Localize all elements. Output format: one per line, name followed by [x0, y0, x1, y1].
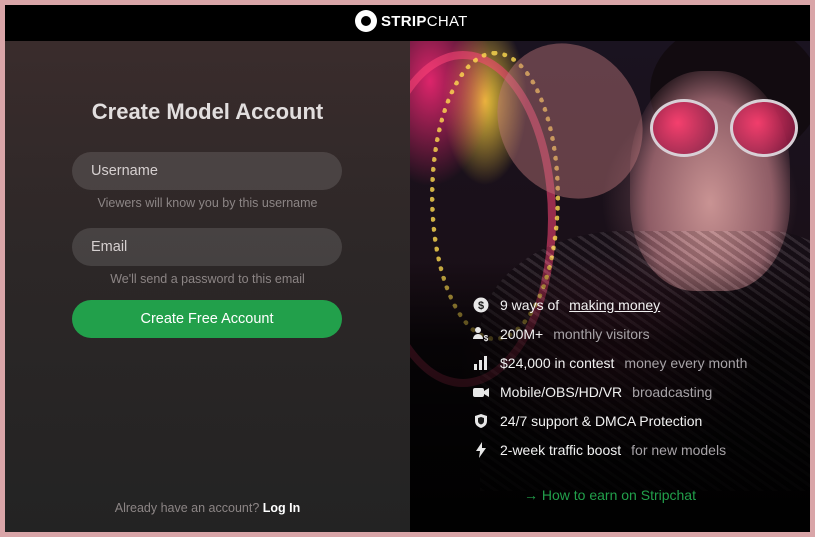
sunglasses [650, 99, 800, 159]
form-title: Create Model Account [91, 99, 324, 124]
login-prompt: Already have an account? Log In [5, 501, 410, 515]
feature-money: $ 9 ways of making money [472, 294, 660, 316]
top-bar: STRIPCHAT [5, 5, 810, 41]
feature-visitors: $ 200M+ monthly visitors [472, 323, 650, 345]
username-hint: Viewers will know you by this username [97, 196, 318, 210]
username-input[interactable]: Username [72, 152, 342, 190]
svg-text:$: $ [484, 334, 489, 342]
promo-panel: $ 9 ways of making money $ 200M+ monthly… [410, 41, 810, 532]
dollar-icon: $ [472, 296, 490, 314]
email-hint: We'll send a password to this email [110, 272, 305, 286]
lightning-icon [472, 441, 490, 459]
svg-text:$: $ [478, 300, 484, 312]
signup-panel: Create Model Account Username Viewers wi… [5, 41, 410, 532]
login-prompt-text: Already have an account? [114, 501, 260, 515]
stripchat-logo[interactable]: STRIPCHAT [355, 9, 468, 33]
how-to-earn-link[interactable]: → How to earn on Stripchat [410, 487, 810, 503]
chart-icon [472, 354, 490, 372]
email-input[interactable]: Email [72, 228, 342, 266]
feature-contest: $24,000 in contest money every month [472, 352, 747, 374]
arrow-right-icon: → [524, 487, 538, 503]
feature-broadcasting: Mobile/OBS/HD/VR broadcasting [472, 381, 712, 403]
visitors-icon: $ [472, 325, 490, 343]
login-link[interactable]: Log In [263, 501, 301, 515]
camera-icon [472, 383, 490, 401]
create-free-account-button[interactable]: Create Free Account [72, 300, 342, 338]
logo-icon [355, 10, 377, 32]
shield-icon [472, 412, 490, 430]
making-money-link[interactable]: making money [569, 297, 660, 313]
feature-support: 24/7 support & DMCA Protection [472, 410, 702, 432]
logo-wordmark: STRIPCHAT [381, 12, 468, 30]
feature-traffic-boost: 2-week traffic boost for new models [472, 439, 726, 461]
page-frame: STRIPCHAT Create Model Account Username … [5, 5, 810, 532]
